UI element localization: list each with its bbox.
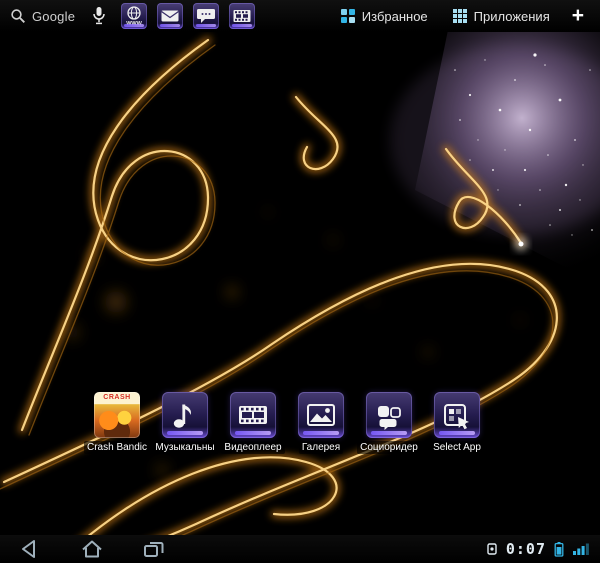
- favorites-button[interactable]: Избранное: [328, 0, 440, 32]
- video-player-icon: [230, 392, 276, 438]
- back-button[interactable]: [16, 536, 44, 562]
- app-music-player[interactable]: Музыкальны: [152, 392, 218, 454]
- system-bar: 0:07: [0, 535, 600, 563]
- app-label: Социоридер: [357, 441, 421, 454]
- app-video-player[interactable]: Видеоплеер: [220, 392, 286, 454]
- action-bar-left: Google WWW: [4, 0, 265, 32]
- navigation-buttons: [10, 536, 168, 562]
- app-selector-glyph: [434, 392, 480, 438]
- back-icon: [18, 538, 42, 560]
- crash-bandicoot-game-icon: CRASH: [94, 392, 140, 438]
- home-icon: [80, 538, 104, 560]
- action-bar-right: Избранное Приложения +: [328, 0, 596, 32]
- voice-search-button[interactable]: [85, 0, 113, 32]
- social-reader-icon: [366, 392, 412, 438]
- photo-glyph: [298, 392, 344, 438]
- select-app-icon: [434, 392, 480, 438]
- gallery-photo-icon: [298, 392, 344, 438]
- status-area[interactable]: 0:07: [486, 540, 590, 558]
- favorites-icon: [340, 8, 356, 24]
- add-widget-button[interactable]: +: [562, 5, 596, 28]
- notification-icon: [486, 542, 498, 556]
- app-label: Select App: [430, 441, 484, 454]
- app-label: Музыкальны: [152, 441, 217, 454]
- email-shortcut[interactable]: [157, 3, 183, 29]
- chat-bubble-icon: [196, 7, 216, 25]
- messaging-shortcut[interactable]: [193, 3, 219, 29]
- battery-icon: [554, 541, 564, 557]
- apps-grid-icon: [452, 8, 468, 24]
- crash-logo-text: CRASH: [94, 394, 140, 401]
- film-strip-icon: [232, 8, 252, 24]
- music-note-icon: [162, 392, 208, 438]
- home-button[interactable]: [78, 536, 106, 562]
- home-screen-wallpaper: [0, 0, 600, 563]
- google-search-widget[interactable]: Google: [4, 0, 85, 32]
- plus-icon: +: [572, 4, 584, 27]
- app-label: Видеоплеер: [221, 441, 284, 454]
- globe-www-icon: WWW: [124, 5, 144, 27]
- apps-label: Приложения: [474, 9, 550, 24]
- action-bar: Google WWW: [0, 0, 600, 32]
- social-shapes-glyph: [366, 392, 412, 438]
- signal-strength-icon: [572, 541, 590, 557]
- app-social-reader[interactable]: Социоридер: [356, 392, 422, 454]
- app-crash-bandicoot[interactable]: CRASH Crash Bandic: [84, 392, 150, 454]
- recent-apps-icon: [142, 538, 166, 560]
- favorites-label: Избранное: [362, 9, 428, 24]
- light-pen-bright-tip: [514, 237, 528, 251]
- svg-text:WWW: WWW: [126, 21, 142, 27]
- film-strip-glyph: [230, 392, 276, 438]
- apps-button[interactable]: Приложения: [440, 0, 562, 32]
- clock: 0:07: [506, 540, 546, 558]
- app-label: Crash Bandic: [84, 441, 150, 454]
- envelope-icon: [160, 8, 180, 24]
- microphone-icon: [92, 6, 106, 26]
- music-note-glyph: [162, 392, 208, 438]
- google-search-label: Google: [32, 9, 75, 24]
- app-label: Галерея: [299, 441, 343, 454]
- browser-shortcut[interactable]: WWW: [121, 3, 147, 29]
- light-painting-wallpaper-art: [0, 0, 600, 563]
- app-select-app[interactable]: Select App: [424, 392, 490, 454]
- video-shortcut[interactable]: [229, 3, 255, 29]
- app-gallery[interactable]: Галерея: [288, 392, 354, 454]
- recent-apps-button[interactable]: [140, 536, 168, 562]
- home-screen-app-row: CRASH Crash Bandic Музыкальны Виде: [84, 392, 490, 454]
- search-icon: [10, 8, 26, 24]
